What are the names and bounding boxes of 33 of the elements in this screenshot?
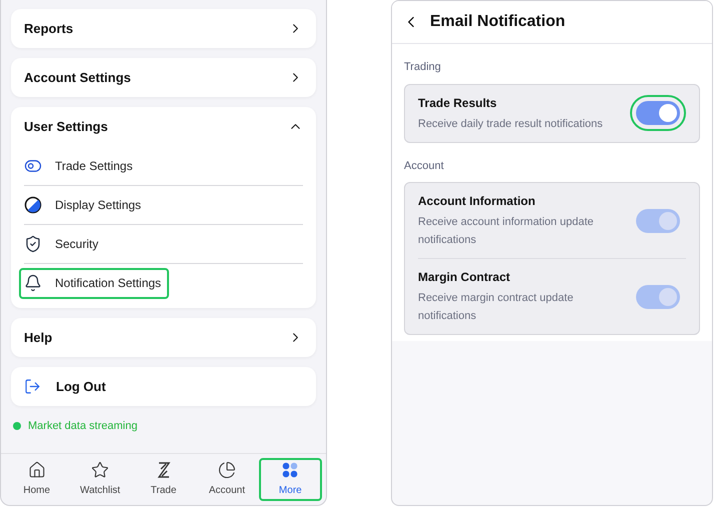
setting-title: Margin Contract <box>418 269 512 286</box>
setting-description: Receive daily trade result notifications <box>418 116 604 132</box>
setting-title: Trade Results <box>418 94 498 112</box>
settings-item[interactable]: Security <box>19 228 106 260</box>
settings-item[interactable]: Display Settings <box>19 190 150 220</box>
toggle-switch[interactable] <box>636 101 680 125</box>
star-icon <box>91 461 110 479</box>
group-header[interactable]: User Settings <box>24 107 303 146</box>
settings-item[interactable]: Notification Settings <box>19 268 170 298</box>
menu-card[interactable]: Account Settings <box>11 58 316 97</box>
setting-title: Account Information <box>418 193 536 210</box>
pie-chart-icon <box>218 461 236 479</box>
status-text: Market data streaming <box>28 419 138 434</box>
tab-bar-item[interactable]: Trade <box>132 458 196 501</box>
setting-description: Receive margin contract update notifications <box>418 291 574 324</box>
tab-bar-item[interactable]: Home <box>5 458 68 501</box>
logout-icon <box>24 378 41 395</box>
tab-bar-item[interactable]: Account <box>195 458 259 501</box>
section-label: Account <box>404 158 445 174</box>
shield-icon <box>24 235 42 253</box>
menu-card[interactable]: Help <box>11 318 316 357</box>
bell-icon <box>24 274 42 292</box>
dots-grid-icon <box>281 461 300 479</box>
page-title: Email Notification <box>430 12 566 32</box>
settings-item[interactable]: Trade Settings <box>19 150 141 181</box>
log-out-button[interactable]: Log Out <box>11 367 316 406</box>
tab-bar-item[interactable]: Watchlist <box>68 458 132 501</box>
setting-description: Receive account information update notifications <box>418 215 594 248</box>
menu-card[interactable]: Reports <box>11 9 316 48</box>
contrast-icon <box>24 196 42 214</box>
section-label: Trading <box>404 60 442 75</box>
tab-bar-item[interactable]: More <box>258 458 322 501</box>
home-icon <box>28 461 46 479</box>
